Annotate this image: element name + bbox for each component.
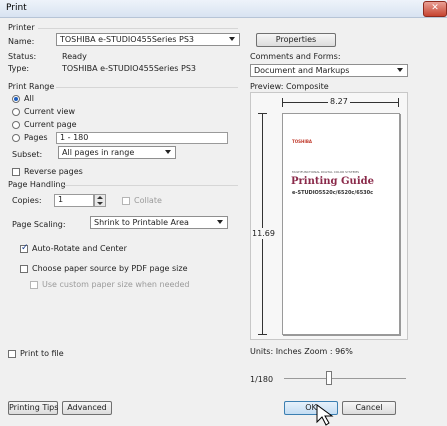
chevron-down-icon — [397, 68, 403, 72]
paper-source-checkbox[interactable] — [20, 265, 28, 273]
subset-select[interactable]: All pages in range — [58, 146, 176, 159]
printer-type-label: Type: — [8, 64, 30, 73]
collate-label: Collate — [134, 196, 162, 205]
auto-rotate-checkbox[interactable] — [20, 243, 29, 253]
copies-value: 1 — [58, 195, 64, 204]
print-to-file-label: Print to file — [20, 349, 64, 358]
page-scaling-select[interactable]: Shrink to Printable Area — [90, 216, 228, 229]
custom-paper-checkbox[interactable] — [30, 281, 38, 289]
properties-label: Properties — [275, 35, 317, 44]
pages-input[interactable]: 1 - 180 — [56, 132, 228, 144]
doc-brand-logo: TOSHIBA — [292, 139, 312, 144]
page-scaling-value: Shrink to Printable Area — [94, 218, 189, 227]
chevron-down-icon — [217, 220, 223, 224]
printing-tips-label: Printing Tips — [9, 403, 59, 412]
copies-label: Copies: — [12, 196, 42, 205]
units-zoom-label: Units: Inches Zoom : 96% — [250, 347, 353, 356]
custom-paper-label: Use custom paper size when needed — [42, 280, 190, 289]
printer-type-value: TOSHIBA e-STUDIO455Series PS3 — [62, 64, 196, 73]
page-handling-divider — [62, 185, 238, 186]
doc-title: Printing Guide — [291, 176, 374, 187]
close-button[interactable]: ✕ — [423, 1, 447, 17]
print-range-group-label: Print Range — [8, 82, 55, 91]
doc-model: e-STUDIO5520c/6520c/6530c — [292, 190, 374, 196]
radio-all-label: All — [24, 94, 34, 103]
collate-checkbox[interactable] — [122, 197, 130, 205]
radio-current-view[interactable] — [12, 108, 20, 116]
print-to-file-checkbox[interactable] — [8, 350, 16, 358]
stepper-arrows-icon — [97, 196, 103, 205]
print-range-divider — [56, 87, 238, 88]
comments-forms-label: Comments and Forms: — [250, 52, 341, 61]
reverse-pages-checkbox[interactable] — [12, 168, 20, 176]
printer-name-value: TOSHIBA e-STUDIO455Series PS3 — [60, 35, 194, 44]
page-slider-track — [284, 378, 406, 379]
preview-label: Preview: Composite — [250, 82, 329, 91]
radio-pages[interactable] — [12, 134, 20, 142]
preview-height-value: 11.69 — [252, 228, 275, 239]
subset-label: Subset: — [12, 150, 43, 159]
page-handling-group-label: Page Handling — [8, 180, 66, 189]
radio-current-view-label: Current view — [24, 107, 76, 116]
printer-group-label: Printer — [8, 23, 35, 32]
comments-forms-select[interactable]: Document and Markups — [250, 64, 408, 77]
printer-name-select[interactable]: TOSHIBA e-STUDIO455Series PS3 — [56, 33, 240, 46]
mouse-cursor-icon — [316, 404, 334, 426]
printer-name-label: Name: — [8, 37, 35, 46]
comments-forms-value: Document and Markups — [254, 66, 350, 75]
cancel-label: Cancel — [355, 403, 383, 412]
chevron-down-icon — [229, 37, 235, 41]
preview-page — [282, 113, 400, 335]
preview-width-value: 8.27 — [328, 97, 350, 106]
printing-tips-button[interactable]: Printing Tips — [8, 401, 58, 415]
advanced-button[interactable]: Advanced — [62, 401, 112, 415]
doc-subtitle: MULTIFUNCTIONAL DIGITAL COLOR SYSTEMS — [292, 170, 359, 174]
printer-divider — [38, 28, 238, 29]
page-slider-thumb[interactable] — [326, 371, 332, 385]
page-scaling-label: Page Scaling: — [12, 220, 66, 229]
title-bar: Print ✕ — [0, 0, 447, 18]
dimension-tick-bottom — [258, 334, 267, 335]
radio-pages-label: Pages — [24, 133, 48, 142]
close-icon: ✕ — [431, 3, 439, 13]
copies-input[interactable]: 1 — [54, 194, 94, 207]
properties-button[interactable]: Properties — [256, 33, 336, 47]
copies-stepper[interactable] — [94, 194, 106, 207]
advanced-label: Advanced — [67, 403, 107, 412]
cancel-button[interactable]: Cancel — [342, 401, 396, 415]
radio-all[interactable] — [12, 95, 20, 103]
page-indicator: 1/180 — [250, 375, 274, 384]
reverse-pages-label: Reverse pages — [24, 167, 83, 176]
printer-status-value: Ready — [62, 52, 87, 61]
auto-rotate-label: Auto-Rotate and Center — [32, 244, 127, 253]
radio-current-page-label: Current page — [24, 120, 77, 129]
pages-input-value: 1 - 180 — [60, 133, 89, 142]
radio-current-page[interactable] — [12, 121, 20, 129]
printer-status-label: Status: — [8, 52, 37, 61]
subset-value: All pages in range — [62, 148, 135, 157]
chevron-down-icon — [165, 150, 171, 154]
dimension-tick-right — [398, 98, 399, 107]
paper-source-label: Choose paper source by PDF page size — [32, 264, 188, 273]
height-dimension-line — [262, 114, 263, 334]
window-title: Print — [6, 3, 27, 13]
